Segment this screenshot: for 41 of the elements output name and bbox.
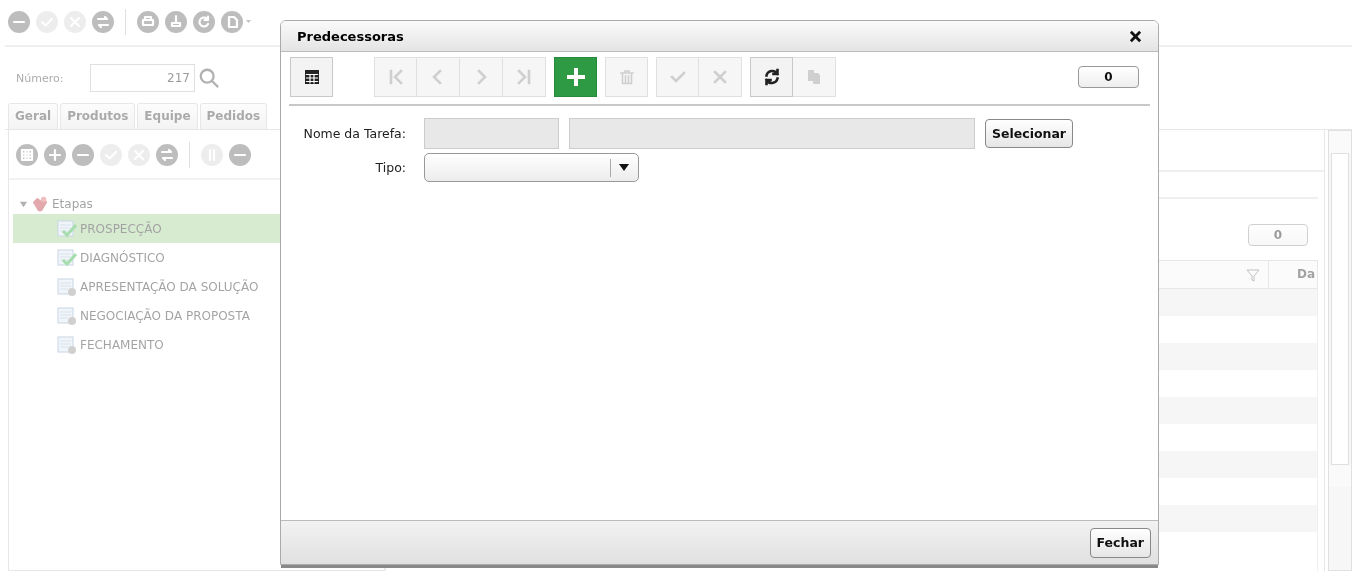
table-view-button[interactable]	[290, 57, 333, 97]
tab[interactable]: Pedidos	[199, 103, 268, 129]
type-dropdown[interactable]	[424, 153, 639, 182]
tab[interactable]: Geral	[8, 103, 59, 129]
print-circle-icon[interactable]	[136, 10, 160, 34]
scrollbar[interactable]	[1328, 130, 1352, 571]
count-badge: 0	[1078, 66, 1139, 88]
tree-item[interactable]: FECHAMENTO	[13, 330, 384, 359]
stages-icon	[30, 195, 50, 213]
field-label: Tipo:	[374, 160, 406, 175]
filter-icon[interactable]	[1246, 267, 1260, 282]
tab[interactable]: Produtos	[60, 103, 136, 129]
field-label: Número:	[15, 71, 65, 85]
column-header[interactable]: Da	[1269, 261, 1317, 288]
stamp-circle-icon[interactable]	[164, 10, 188, 34]
tree-item[interactable]: APRESENTAÇÃO DA SOLUÇÃO	[13, 272, 384, 301]
swap-circle-icon[interactable]	[155, 143, 179, 167]
swap-circle-icon[interactable]	[91, 10, 115, 34]
close-icon[interactable]	[1129, 29, 1142, 43]
tree-item[interactable]: DIAGNÓSTICO	[13, 243, 384, 272]
tab[interactable]: Equipe	[137, 103, 198, 129]
tree-item[interactable]: Etapas	[52, 197, 93, 211]
caret-icon	[619, 163, 629, 172]
field-label: Nome da Tarefa:	[302, 126, 406, 141]
close-button[interactable]: Fechar	[1089, 527, 1151, 558]
add-button[interactable]	[554, 57, 597, 97]
dialog-title: Predecessoras	[297, 28, 404, 44]
refresh-circle-icon[interactable]	[192, 10, 216, 34]
remove-circle-icon[interactable]	[7, 10, 31, 34]
count-badge: 0	[1248, 224, 1308, 246]
expanded-caret-icon[interactable]	[19, 199, 28, 209]
document-menu-icon[interactable]	[220, 10, 252, 34]
tree-item[interactable]: NEGOCIAÇÃO DA PROPOSTA	[13, 301, 384, 330]
add-circle-icon[interactable]	[43, 143, 67, 167]
search-icon[interactable]	[198, 67, 220, 89]
remove-circle-icon[interactable]	[228, 143, 252, 167]
refresh-button[interactable]	[750, 57, 793, 97]
plus-icon	[565, 67, 586, 87]
number-field[interactable]: 217	[90, 64, 195, 92]
remove-circle-icon[interactable]	[71, 143, 95, 167]
grid-circle-icon[interactable]	[15, 143, 39, 167]
